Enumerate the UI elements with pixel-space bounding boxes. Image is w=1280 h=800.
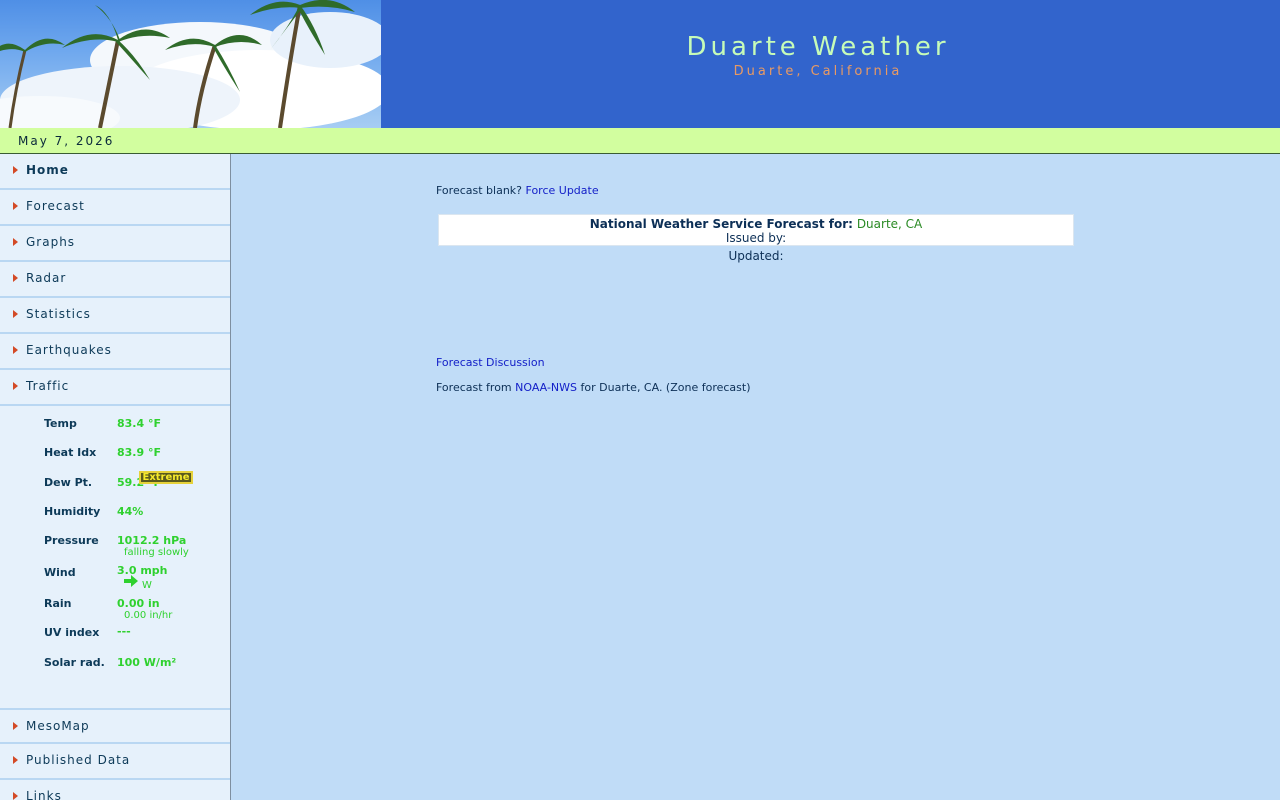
arrow-right-icon [13, 346, 18, 354]
updated-label: Updated: [728, 249, 784, 263]
arrow-right-icon [13, 722, 18, 730]
nws-forecast-title: National Weather Service Forecast for: [589, 217, 853, 231]
nav-links[interactable]: Links [0, 780, 230, 800]
nav-statistics-label: Statistics [26, 307, 91, 321]
nav-home-label: Home [26, 163, 69, 177]
nav-forecast-label: Forecast [26, 199, 85, 213]
temp-label: Temp [44, 417, 77, 430]
uv-extreme-badge: Extreme [139, 471, 193, 484]
nav-graphs-label: Graphs [26, 235, 76, 249]
nav-published-data[interactable]: Published Data [0, 744, 230, 780]
nav-earthquakes[interactable]: Earthquakes [0, 334, 230, 370]
humidity-value: 44% [117, 505, 144, 518]
nav-statistics[interactable]: Statistics [0, 298, 230, 334]
pressure-label: Pressure [44, 534, 99, 547]
date-bar: May 7, 2026 [0, 128, 1280, 154]
forecast-source-row: Forecast from NOAA-NWS for Duarte, CA. (… [436, 381, 751, 394]
arrow-right-icon [13, 238, 18, 246]
nav-traffic-label: Traffic [26, 379, 70, 393]
arrow-right-icon [13, 310, 18, 318]
nav-mesomap-label: MesoMap [26, 719, 90, 733]
nav-radar-label: Radar [26, 271, 67, 285]
nav-forecast[interactable]: Forecast [0, 190, 230, 226]
nav-graphs[interactable]: Graphs [0, 226, 230, 262]
uv-index-value: --- [117, 625, 131, 638]
nws-forecast-header-box: National Weather Service Forecast for: D… [438, 214, 1074, 246]
nws-forecast-location: Duarte, CA [856, 217, 923, 231]
wind-direction-arrow-icon [124, 575, 138, 587]
arrow-right-icon [13, 274, 18, 282]
forecast-discussion-link[interactable]: Forecast Discussion [436, 356, 545, 369]
arrow-right-icon [13, 756, 18, 764]
solar-radiation-value: 100 W/m² [117, 656, 177, 669]
solar-radiation-label: Solar rad. [44, 656, 105, 669]
nav-home[interactable]: Home [0, 154, 230, 190]
rain-rate: 0.00 in/hr [124, 610, 173, 621]
current-date: May 7, 2026 [18, 134, 115, 148]
nav-mesomap[interactable]: MesoMap [0, 708, 230, 744]
pressure-trend: falling slowly [124, 547, 189, 558]
force-update-link[interactable]: Force Update [526, 184, 599, 197]
rain-value: 0.00 in [117, 597, 160, 610]
uv-index-label: UV index [44, 626, 100, 639]
wind-direction: W [142, 580, 152, 591]
pressure-value: 1012.2 hPa [117, 534, 187, 547]
arrow-right-icon [13, 382, 18, 390]
forecast-blank-text: Forecast blank? [436, 184, 523, 197]
site-subtitle: Duarte, California [733, 64, 903, 79]
heat-index-label: Heat Idx [44, 446, 97, 459]
forecast-discussion-row: Forecast Discussion [436, 356, 545, 369]
noaa-nws-link[interactable]: NOAA-NWS [515, 381, 577, 394]
humidity-label: Humidity [44, 505, 101, 518]
nav-links-label: Links [26, 789, 62, 800]
nav-published-data-label: Published Data [26, 753, 131, 767]
sidebar: Home Forecast Graphs Radar Statistics Ea… [0, 154, 231, 800]
nav-traffic[interactable]: Traffic [0, 370, 230, 406]
forecast-from-text: Forecast from [436, 381, 512, 394]
dew-point-label: Dew Pt. [44, 476, 93, 489]
issued-by-label: Issued by: [725, 231, 787, 245]
wind-label: Wind [44, 566, 76, 579]
heat-index-value: 83.9 °F [117, 446, 161, 459]
rain-label: Rain [44, 597, 72, 610]
temp-value: 83.4 °F [117, 417, 161, 430]
forecast-source-suffix: for Duarte, CA. (Zone forecast) [580, 381, 751, 394]
arrow-right-icon [13, 202, 18, 210]
site-title: Duarte Weather [686, 32, 950, 62]
nav-earthquakes-label: Earthquakes [26, 343, 112, 357]
forecast-blank-row: Forecast blank? Force Update [436, 184, 599, 197]
arrow-right-icon [13, 792, 18, 800]
arrow-right-icon [13, 166, 18, 174]
header: Duarte Weather Duarte, California [0, 0, 1280, 128]
palm-tree-banner-image [0, 0, 381, 128]
nav-radar[interactable]: Radar [0, 262, 230, 298]
